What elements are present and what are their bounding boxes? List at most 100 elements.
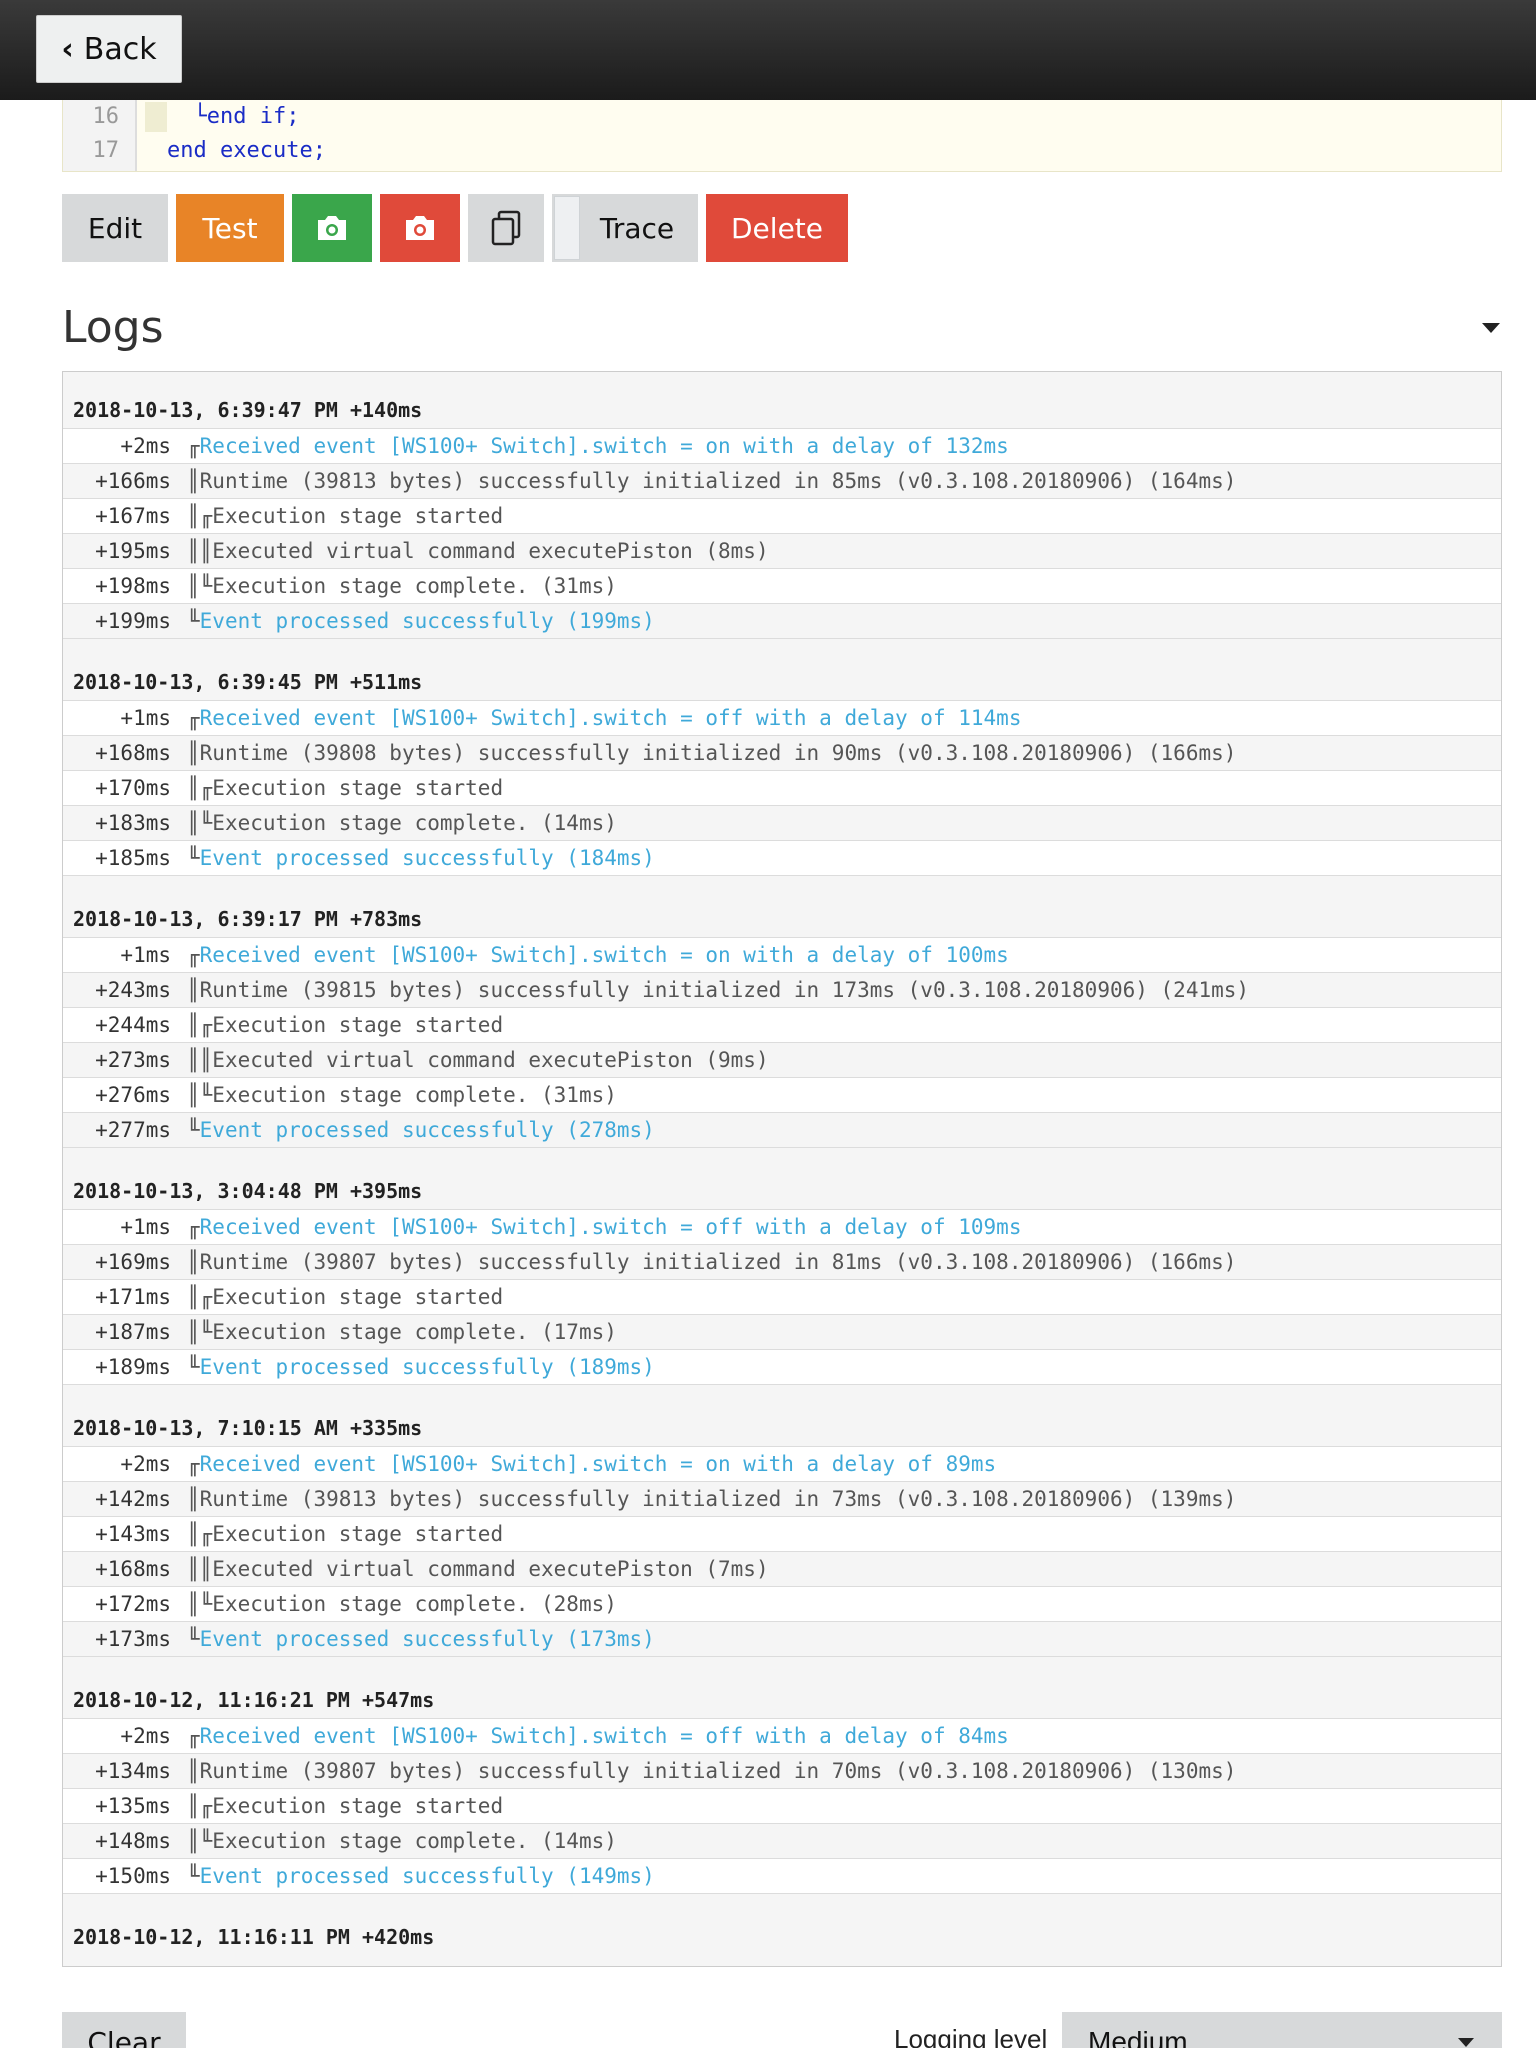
log-row: +187ms ║╙ Execution stage complete. (17ms) (63, 1314, 1501, 1350)
log-time-offset: +172ms (95, 1592, 171, 1616)
log-timestamp: 2018-10-12, 11:16:11 PM +420ms (63, 1919, 1501, 1955)
log-row: +134ms ║ Runtime (39807 bytes) successfull… (63, 1753, 1501, 1789)
duplicate-button[interactable] (468, 194, 544, 262)
log-time-offset: +135ms (95, 1794, 171, 1818)
log-group: 2018-10-13, 3:04:48 PM +395ms +1ms ╓ Receiv… (63, 1173, 1501, 1385)
log-message: Execution stage complete. (17ms) (212, 1320, 617, 1344)
log-time-offset: +2ms (120, 434, 171, 458)
log-tree-marker: ║╙ (187, 811, 213, 835)
log-tree-marker: ║╓ (187, 1285, 213, 1309)
camera-icon (318, 216, 346, 240)
log-tree-marker: ║╙ (187, 1320, 213, 1344)
log-message: Execution stage started (212, 1285, 504, 1309)
logs-title: Logs (62, 302, 164, 353)
log-time-offset: +195ms (95, 539, 171, 563)
collapse-caret-icon[interactable] (1482, 323, 1500, 333)
log-row: +195ms ║║ Executed virtual command execute… (63, 533, 1501, 569)
log-tree-marker: ╙ (187, 1627, 200, 1651)
log-row: +276ms ║╙ Execution stage complete. (31ms) (63, 1077, 1501, 1113)
log-tree-marker: ║╓ (187, 1013, 213, 1037)
log-tree-marker: ║ (187, 741, 200, 765)
snapshot-button[interactable] (292, 194, 372, 262)
log-time-offset: +277ms (95, 1118, 171, 1142)
anonymized-snapshot-button[interactable] (380, 194, 460, 262)
log-message: Received event [WS100+ Switch].switch = … (199, 1215, 1022, 1239)
chevron-left-icon: ‹ (61, 31, 74, 67)
edit-button[interactable]: Edit (62, 194, 168, 262)
code-lines: └end if; end execute; (167, 100, 326, 168)
log-timestamp: 2018-10-13, 6:39:47 PM +140ms (63, 392, 1501, 428)
log-time-offset: +185ms (95, 846, 171, 870)
top-bar: ‹ Back (0, 0, 1536, 100)
log-tree-marker: ║╙ (187, 574, 213, 598)
log-tree-marker: ╓ (187, 943, 200, 967)
log-timestamp: 2018-10-13, 7:10:15 AM +335ms (63, 1410, 1501, 1446)
test-button[interactable]: Test (176, 194, 284, 262)
back-button[interactable]: ‹ Back (36, 15, 182, 83)
log-message: Received event [WS100+ Switch].switch = … (199, 434, 1009, 458)
log-tree-marker: ║╓ (187, 776, 213, 800)
line-gutter: 16 17 (63, 100, 137, 171)
log-message: Event processed successfully (184ms) (199, 846, 655, 870)
log-message: Execution stage started (212, 1013, 504, 1037)
log-message: Event processed successfully (278ms) (199, 1118, 655, 1142)
code-line: └end if; (167, 104, 300, 129)
log-row: +168ms ║ Runtime (39808 bytes) successfull… (63, 735, 1501, 771)
log-tree-marker: ║╙ (187, 1083, 213, 1107)
trace-toggle[interactable]: Trace (552, 194, 698, 262)
log-message: Execution stage complete. (31ms) (212, 1083, 617, 1107)
log-timestamp: 2018-10-13, 6:39:45 PM +511ms (63, 664, 1501, 700)
log-tree-marker: ║║ (187, 1557, 213, 1581)
log-row: +1ms ╓ Received event [WS100+ Switch].swit… (63, 937, 1501, 973)
log-message: Execution stage complete. (31ms) (212, 574, 617, 598)
log-group: 2018-10-12, 11:16:11 PM +420ms (63, 1919, 1501, 1955)
clear-logs-button[interactable]: Clear (62, 2012, 186, 2048)
log-group: 2018-10-13, 6:39:17 PM +783ms +1ms ╓ Receiv… (63, 901, 1501, 1148)
log-row: +277ms ╙ Event processed successfully (278… (63, 1112, 1501, 1148)
log-tree-marker: ╙ (187, 1355, 200, 1379)
log-time-offset: +1ms (120, 943, 171, 967)
log-time-offset: +168ms (95, 1557, 171, 1581)
log-row: +2ms ╓ Received event [WS100+ Switch].swit… (63, 1718, 1501, 1754)
duplicate-icon (491, 210, 521, 246)
logging-level-select[interactable]: Medium (1062, 2012, 1502, 2048)
log-message: Event processed successfully (199ms) (199, 609, 655, 633)
log-time-offset: +1ms (120, 706, 171, 730)
log-message: Runtime (39807 bytes) successfully initi… (199, 1759, 1237, 1783)
trace-switch[interactable] (554, 196, 580, 260)
log-time-offset: +183ms (95, 811, 171, 835)
log-row: +171ms ║╓ Execution stage started (63, 1279, 1501, 1315)
line-number: 16 (92, 104, 120, 129)
log-group: 2018-10-13, 6:39:45 PM +511ms +1ms ╓ Receiv… (63, 664, 1501, 876)
log-tree-marker: ║╓ (187, 1522, 213, 1546)
log-tree-marker: ║╓ (187, 1794, 213, 1818)
log-row: +167ms ║╓ Execution stage started (63, 498, 1501, 534)
log-row: +169ms ║ Runtime (39807 bytes) successfull… (63, 1244, 1501, 1280)
log-message: Runtime (39807 bytes) successfully initi… (199, 1250, 1237, 1274)
logging-level-label: Logging level (894, 2024, 1048, 2048)
log-tree-marker: ╙ (187, 609, 200, 633)
log-tree-marker: ╓ (187, 1215, 200, 1239)
log-time-offset: +170ms (95, 776, 171, 800)
log-panel[interactable]: 2018-10-13, 6:39:47 PM +140ms +2ms ╓ Receiv… (62, 371, 1502, 1967)
log-message: Received event [WS100+ Switch].switch = … (199, 1452, 997, 1476)
log-row: +1ms ╓ Received event [WS100+ Switch].swit… (63, 700, 1501, 736)
log-time-offset: +148ms (95, 1829, 171, 1853)
log-group: 2018-10-12, 11:16:21 PM +547ms +2ms ╓ Recei… (63, 1682, 1501, 1894)
log-message: Executed virtual command executePiston (… (212, 539, 769, 563)
logging-level-value: Medium (1088, 2026, 1188, 2048)
chevron-down-icon (1458, 2038, 1474, 2047)
log-time-offset: +166ms (95, 469, 171, 493)
log-time-offset: +142ms (95, 1487, 171, 1511)
log-time-offset: +134ms (95, 1759, 171, 1783)
log-row: +244ms ║╓ Execution stage started (63, 1007, 1501, 1043)
log-tree-marker: ║ (187, 978, 200, 1002)
delete-button[interactable]: Delete (706, 194, 848, 262)
log-group: 2018-10-13, 6:39:47 PM +140ms +2ms ╓ Receiv… (63, 392, 1501, 639)
log-time-offset: +199ms (95, 609, 171, 633)
log-row: +183ms ║╙ Execution stage complete. (14ms) (63, 805, 1501, 841)
log-tree-marker: ║╙ (187, 1592, 213, 1616)
log-message: Received event [WS100+ Switch].switch = … (199, 706, 1022, 730)
log-tree-marker: ║╓ (187, 504, 213, 528)
log-row: +2ms ╓ Received event [WS100+ Switch].swit… (63, 1446, 1501, 1482)
